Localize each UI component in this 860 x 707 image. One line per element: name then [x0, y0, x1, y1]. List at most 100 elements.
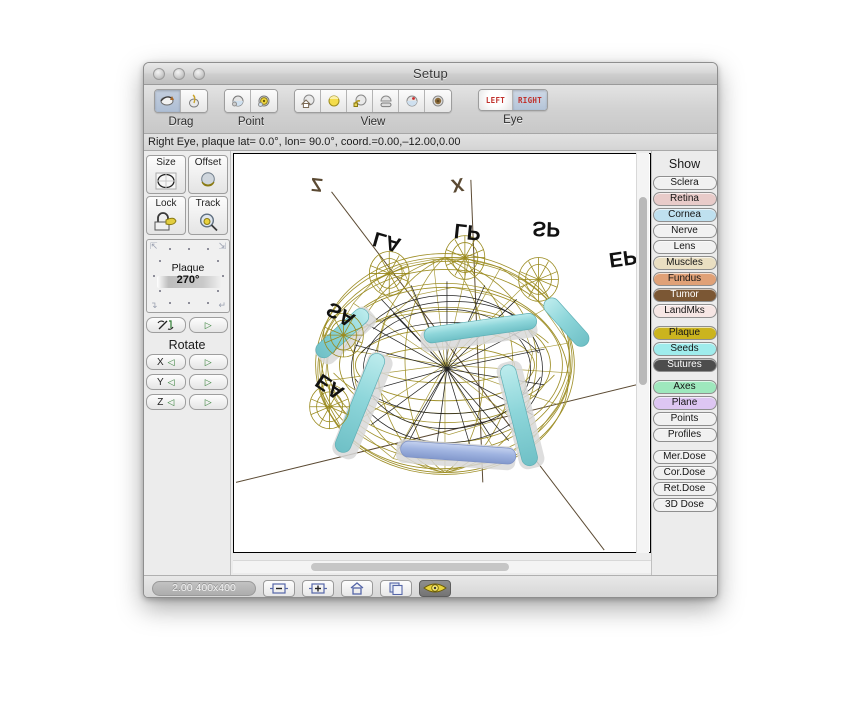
show-button-fundus[interactable]: Fundus: [652, 272, 717, 286]
rotate-y-minus-button[interactable]: Y ◁: [146, 374, 186, 390]
eye-group-label: Eye: [503, 114, 523, 126]
toolbar-group-point: Point: [224, 89, 278, 128]
show-button-plane[interactable]: Plane: [652, 396, 717, 410]
plaque-offset-button[interactable]: Offset: [188, 155, 228, 194]
copy-button[interactable]: [380, 579, 412, 597]
show-button-cor-dose[interactable]: Cor.Dose: [652, 466, 717, 480]
suture-label-ea: EA: [312, 369, 349, 404]
pad-arrow-br: ↵: [218, 300, 226, 310]
plaque-view-icon[interactable]: [347, 90, 373, 112]
show-button-ret-dose[interactable]: Ret.Dose: [652, 482, 717, 496]
show-button-axes[interactable]: Axes: [652, 380, 717, 394]
toolbar-group-eye: LEFT RIGHT Eye: [478, 89, 548, 126]
rotate-y-plus-button[interactable]: ▷: [188, 374, 228, 390]
rotate-z-minus-button[interactable]: Z ◁: [146, 394, 186, 410]
screenshot-root: Setup Drag Point View LEFT RIGHT Eye Rig…: [0, 0, 860, 707]
eye-wireframe-render: Z X LA SA EA LP SP EP: [235, 173, 638, 551]
toolbar-group-view: View: [294, 89, 452, 128]
rotate-x-plus-button[interactable]: ▷: [188, 354, 228, 370]
lock-button[interactable]: Lock: [146, 196, 186, 235]
window-body: Size Offset Lock Track ⇱ ⇲ ↴ ↵ Plaque 27…: [144, 151, 717, 575]
canvas-horizontal-scrollbar[interactable]: [233, 560, 651, 573]
pad-arrow-tr: ⇲: [218, 241, 226, 251]
window-title: Setup: [413, 66, 448, 81]
plaque-angle-value: 270°: [176, 274, 200, 286]
axis-lines: [235, 179, 637, 551]
canvas-area: Z X LA SA EA LP SP EP: [231, 151, 651, 575]
track-button[interactable]: Track: [188, 196, 228, 235]
point-add-icon[interactable]: [251, 90, 277, 112]
show-button-landmks[interactable]: LandMks: [652, 304, 717, 318]
show-button-cornea[interactable]: Cornea: [652, 208, 717, 222]
eye-toggle-button[interactable]: [419, 579, 451, 597]
slab-view-icon[interactable]: [373, 90, 399, 112]
show-button-tumor[interactable]: Tumor: [652, 288, 717, 302]
show-button-lens[interactable]: Lens: [652, 240, 717, 254]
show-button-points[interactable]: Points: [652, 412, 717, 426]
eye-right-button[interactable]: RIGHT: [513, 90, 547, 110]
hscroll-thumb[interactable]: [311, 563, 509, 571]
show-panel-title: Show: [668, 157, 701, 171]
show-button-sclera[interactable]: Sclera: [652, 176, 717, 190]
pad-arrow-bl: ↴: [150, 300, 158, 310]
zoom-in-button[interactable]: [302, 579, 334, 597]
axis-glyphs: Z X: [310, 173, 466, 196]
triangle-left-icon: ◁: [167, 376, 175, 387]
point-remove-icon[interactable]: [225, 90, 251, 112]
three-d-viewport[interactable]: Z X LA SA EA LP SP EP: [233, 153, 651, 553]
triangle-left-icon: ◁: [167, 396, 175, 407]
offset-label: Offset: [194, 157, 222, 168]
rotate-x-row: X ◁ ▷: [146, 354, 228, 370]
zoom-out-icon: [270, 582, 288, 594]
rotate-y-row: Y ◁ ▷: [146, 374, 228, 390]
rotate-z-plus-button[interactable]: ▷: [188, 394, 228, 410]
toolbar-group-drag: Drag: [154, 89, 208, 128]
vscroll-thumb[interactable]: [639, 197, 647, 385]
track-label: Track: [195, 198, 221, 209]
play-right-icon: ▷: [204, 319, 212, 330]
view-group-label: View: [360, 116, 386, 128]
zoom-out-button[interactable]: [263, 579, 295, 597]
show-button-nerve[interactable]: Nerve: [652, 224, 717, 238]
globe-view-icon[interactable]: [321, 90, 347, 112]
plaque-size-button[interactable]: Size: [146, 155, 186, 194]
pan-drag-icon[interactable]: [181, 90, 207, 112]
show-button-retina[interactable]: Retina: [652, 192, 717, 206]
plaque-rotation-pad[interactable]: ⇱ ⇲ ↴ ↵ Plaque 270°: [146, 239, 230, 313]
show-button-muscles[interactable]: Muscles: [652, 256, 717, 270]
rotate-drag-icon[interactable]: [155, 90, 181, 112]
view-segment-control[interactable]: [294, 89, 452, 113]
pad-arrow-tl: ⇱: [150, 241, 158, 251]
nudge-row: ▷: [146, 317, 228, 333]
drag-segment-control[interactable]: [154, 89, 208, 113]
show-button-list: Sclera Retina Cornea Nerve Lens Muscles Fundus…: [652, 176, 717, 512]
home-view-icon[interactable]: [295, 90, 321, 112]
eye-icon: [423, 583, 447, 593]
show-button-seeds[interactable]: Seeds: [652, 342, 717, 356]
triangle-right-icon: ▷: [204, 376, 212, 387]
show-button-profiles[interactable]: Profiles: [652, 428, 717, 442]
tool-row-1: Size Offset: [146, 155, 228, 194]
point-segment-control[interactable]: [224, 89, 278, 113]
window-titlebar: Setup: [144, 63, 717, 85]
eye-left-button[interactable]: LEFT: [479, 90, 513, 110]
triangle-left-icon: ◁: [167, 356, 175, 367]
lock-label: Lock: [155, 198, 177, 209]
canvas-vertical-scrollbar[interactable]: [636, 153, 649, 553]
rotate-x-minus-button[interactable]: X ◁: [146, 354, 186, 370]
show-button-sutures[interactable]: Sutures: [652, 358, 717, 372]
reset-home-button[interactable]: [341, 579, 373, 597]
show-panel: Show Sclera Retina Cornea Nerve Lens Muscles F…: [651, 151, 717, 575]
show-button-3d-dose[interactable]: 3D Dose: [652, 498, 717, 512]
dose-view-icon[interactable]: [425, 90, 451, 112]
home-icon: [350, 581, 364, 595]
nudge-forward-button[interactable]: ▷: [188, 317, 228, 333]
show-button-plaque[interactable]: Plaque: [652, 326, 717, 340]
rotate-y-label: Y: [156, 376, 164, 388]
zoom-readout: 2.00 400x400: [152, 580, 256, 596]
eye-segment-control[interactable]: LEFT RIGHT: [478, 89, 548, 111]
flip-rotate-button[interactable]: [146, 317, 186, 333]
tumor-view-icon[interactable]: [399, 90, 425, 112]
triangle-right-icon: ▷: [204, 356, 212, 367]
show-button-mer-dose[interactable]: Mer.Dose: [652, 450, 717, 464]
